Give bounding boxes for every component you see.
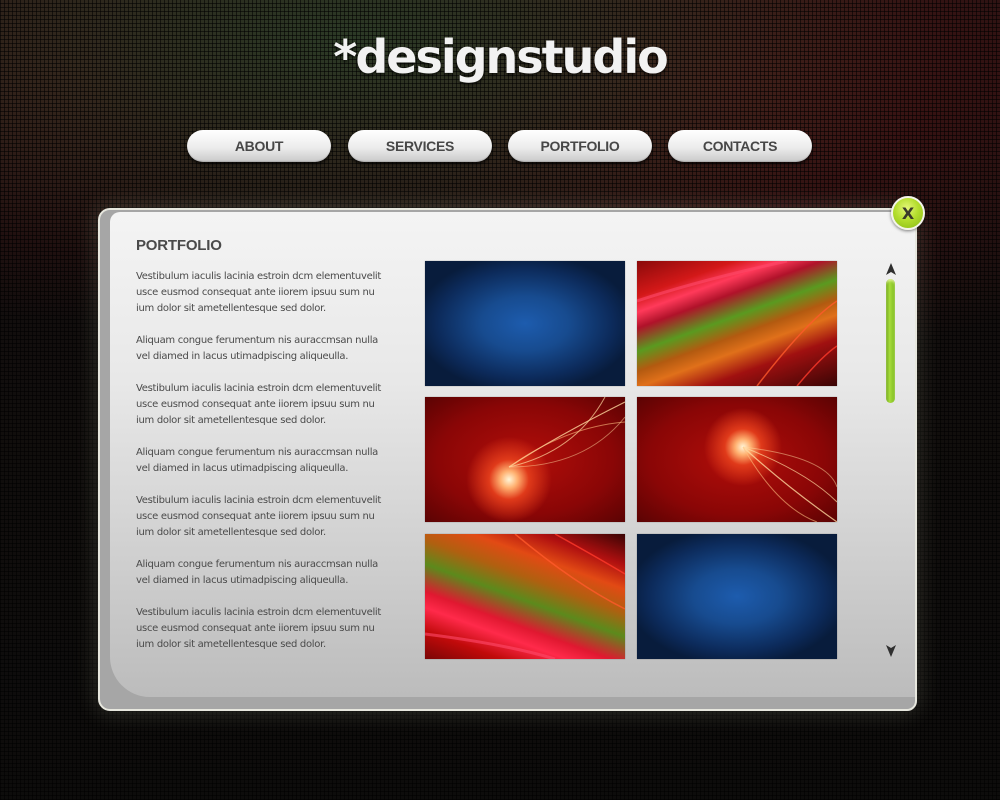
gallery-thumb-blue-texture-2[interactable] [637, 534, 837, 659]
nav-portfolio-button[interactable]: PORTFOLIO [508, 130, 652, 162]
scroll-up-button[interactable] [884, 261, 898, 275]
glow-swirl-lines [508, 397, 625, 468]
nav-about-button[interactable]: ABOUT [187, 130, 331, 162]
glow-swirl-lines [742, 446, 837, 522]
arrow-up-icon [886, 263, 896, 275]
close-button[interactable]: X [891, 196, 925, 230]
paragraph: Aliquam congue ferumentum nis auraccmsan… [136, 447, 378, 474]
scroll-down-button[interactable] [884, 643, 898, 657]
streak-lines [637, 261, 837, 386]
paragraph: Vestibulum iaculis lacinia estroin dcm e… [136, 607, 382, 650]
arrow-down-icon [886, 645, 896, 657]
site-logo[interactable]: *designstudio [0, 30, 1000, 84]
paragraph: Aliquam congue ferumentum nis auraccmsan… [136, 559, 378, 586]
main-nav: ABOUT SERVICES PORTFOLIO CONTACTS [187, 130, 813, 163]
close-x-icon: X [901, 203, 915, 223]
scrollbar-thumb[interactable] [886, 279, 895, 403]
gallery-thumb-red-light-streaks-2[interactable] [425, 534, 625, 659]
portfolio-gallery [425, 261, 837, 659]
streak-lines [425, 534, 625, 659]
gallery-thumb-blue-texture[interactable] [425, 261, 625, 386]
paragraph: Vestibulum iaculis lacinia estroin dcm e… [136, 383, 382, 426]
text-column: Vestibulum iaculis lacinia estroin dcm e… [136, 269, 386, 669]
gallery-thumb-red-glow-swirl-left[interactable] [425, 397, 625, 522]
paragraph: Vestibulum iaculis lacinia estroin dcm e… [136, 495, 382, 538]
gallery-thumb-red-light-streaks[interactable] [637, 261, 837, 386]
paragraph: Aliquam congue ferumentum nis auraccmsan… [136, 335, 378, 362]
nav-services-button[interactable]: SERVICES [348, 130, 492, 162]
paragraph: Vestibulum iaculis lacinia estroin dcm e… [136, 271, 382, 314]
section-title: PORTFOLIO [136, 237, 222, 254]
gallery-thumb-red-glow-swirl-right[interactable] [637, 397, 837, 522]
nav-contacts-button[interactable]: CONTACTS [668, 130, 812, 162]
